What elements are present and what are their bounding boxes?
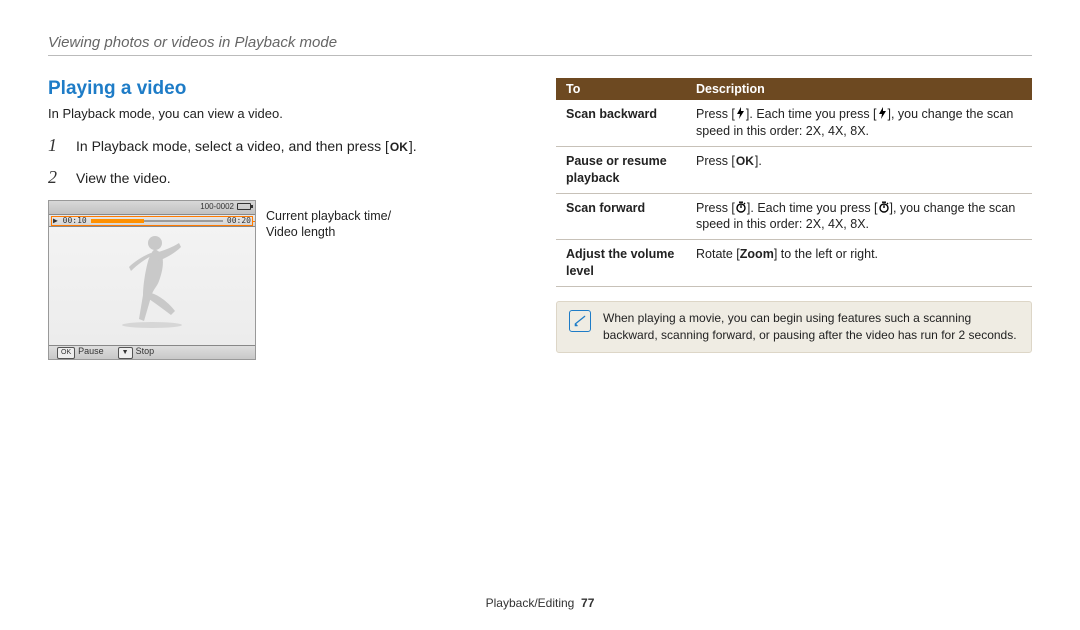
stop-label: Stop — [136, 346, 155, 356]
table-row: Adjust the volume level Rotate [Zoom] to… — [556, 240, 1032, 287]
footer-page-number: 77 — [581, 596, 594, 610]
playback-current-time: ▶ 00:10 — [53, 216, 87, 225]
battery-icon — [237, 203, 251, 210]
annotation-text: Current playback time/ Video length — [266, 208, 391, 241]
note-box: When playing a movie, you can begin usin… — [556, 301, 1032, 353]
playback-total-time: 00:20 — [227, 216, 251, 225]
table-header-to: To — [556, 78, 686, 100]
dancer-silhouette-icon — [107, 231, 197, 331]
step-number-1: 1 — [48, 135, 64, 156]
breadcrumb: Viewing photos or videos in Playback mod… — [48, 34, 1032, 51]
section-title: Playing a video — [48, 78, 518, 100]
screenshot-status-bar: 100-0002 — [49, 201, 255, 215]
flash-icon — [735, 107, 746, 122]
left-column: Playing a video In Playback mode, you ca… — [48, 78, 518, 360]
table-row: Scan forward Press []. Each time you pre… — [556, 193, 1032, 240]
screenshot-progress-bar-row: ▶ 00:10 00:20 — [49, 215, 255, 227]
table-cell-to: Adjust the volume level — [556, 240, 686, 287]
page-footer: Playback/Editing 77 — [0, 596, 1080, 610]
step-1-text: In Playback mode, select a video, and th… — [76, 137, 417, 157]
progress-bar — [91, 220, 223, 222]
step-1-pre: In Playback mode, select a video, and th… — [76, 138, 389, 154]
table-cell-to: Pause or resume playback — [556, 146, 686, 193]
timer-icon — [735, 201, 747, 216]
annotation-leader-line — [253, 221, 256, 222]
annotation-line-1: Current playback time/ — [266, 209, 391, 223]
table-cell-desc: Press []. Each time you press [], you ch… — [686, 100, 1032, 146]
ok-button-glyph: OK — [735, 155, 755, 167]
note-text: When playing a movie, you can begin usin… — [603, 310, 1019, 344]
timer-icon — [878, 201, 890, 216]
lead-text: In Playback mode, you can view a video. — [48, 106, 518, 121]
table-cell-to: Scan backward — [556, 100, 686, 146]
table-row: Scan backward Press []. Each time you pr… — [556, 100, 1032, 146]
video-screenshot: 100-0002 ▶ 00:10 00:20 — [48, 200, 256, 360]
step-1-post: ]. — [409, 138, 417, 154]
flash-icon — [877, 107, 888, 122]
step-2-text: View the video. — [76, 169, 171, 189]
table-cell-desc: Press []. Each time you press [], you ch… — [686, 193, 1032, 240]
stop-key-icon: ▼ — [118, 347, 133, 359]
pause-label: Pause — [78, 346, 104, 356]
table-cell-to: Scan forward — [556, 193, 686, 240]
table-row: Pause or resume playback Press [OK]. — [556, 146, 1032, 193]
table-cell-desc: Press [OK]. — [686, 146, 1032, 193]
note-icon — [569, 310, 591, 332]
right-column: To Description Scan backward Press []. E… — [556, 78, 1032, 360]
screenshot-canvas — [49, 227, 255, 345]
table-header-description: Description — [686, 78, 1032, 100]
table-cell-desc: Rotate [Zoom] to the left or right. — [686, 240, 1032, 287]
footer-section: Playback/Editing — [486, 596, 575, 610]
ok-button-glyph: OK — [389, 141, 409, 153]
horizontal-rule — [48, 55, 1032, 56]
screenshot-bottom-bar: OKPause ▼Stop — [49, 345, 255, 359]
screenshot-counter: 100-0002 — [200, 202, 234, 211]
pause-key-icon: OK — [57, 347, 75, 359]
annotation-line-2: Video length — [266, 225, 335, 239]
zoom-label: Zoom — [740, 247, 774, 261]
step-number-2: 2 — [48, 167, 64, 188]
controls-table: To Description Scan backward Press []. E… — [556, 78, 1032, 287]
